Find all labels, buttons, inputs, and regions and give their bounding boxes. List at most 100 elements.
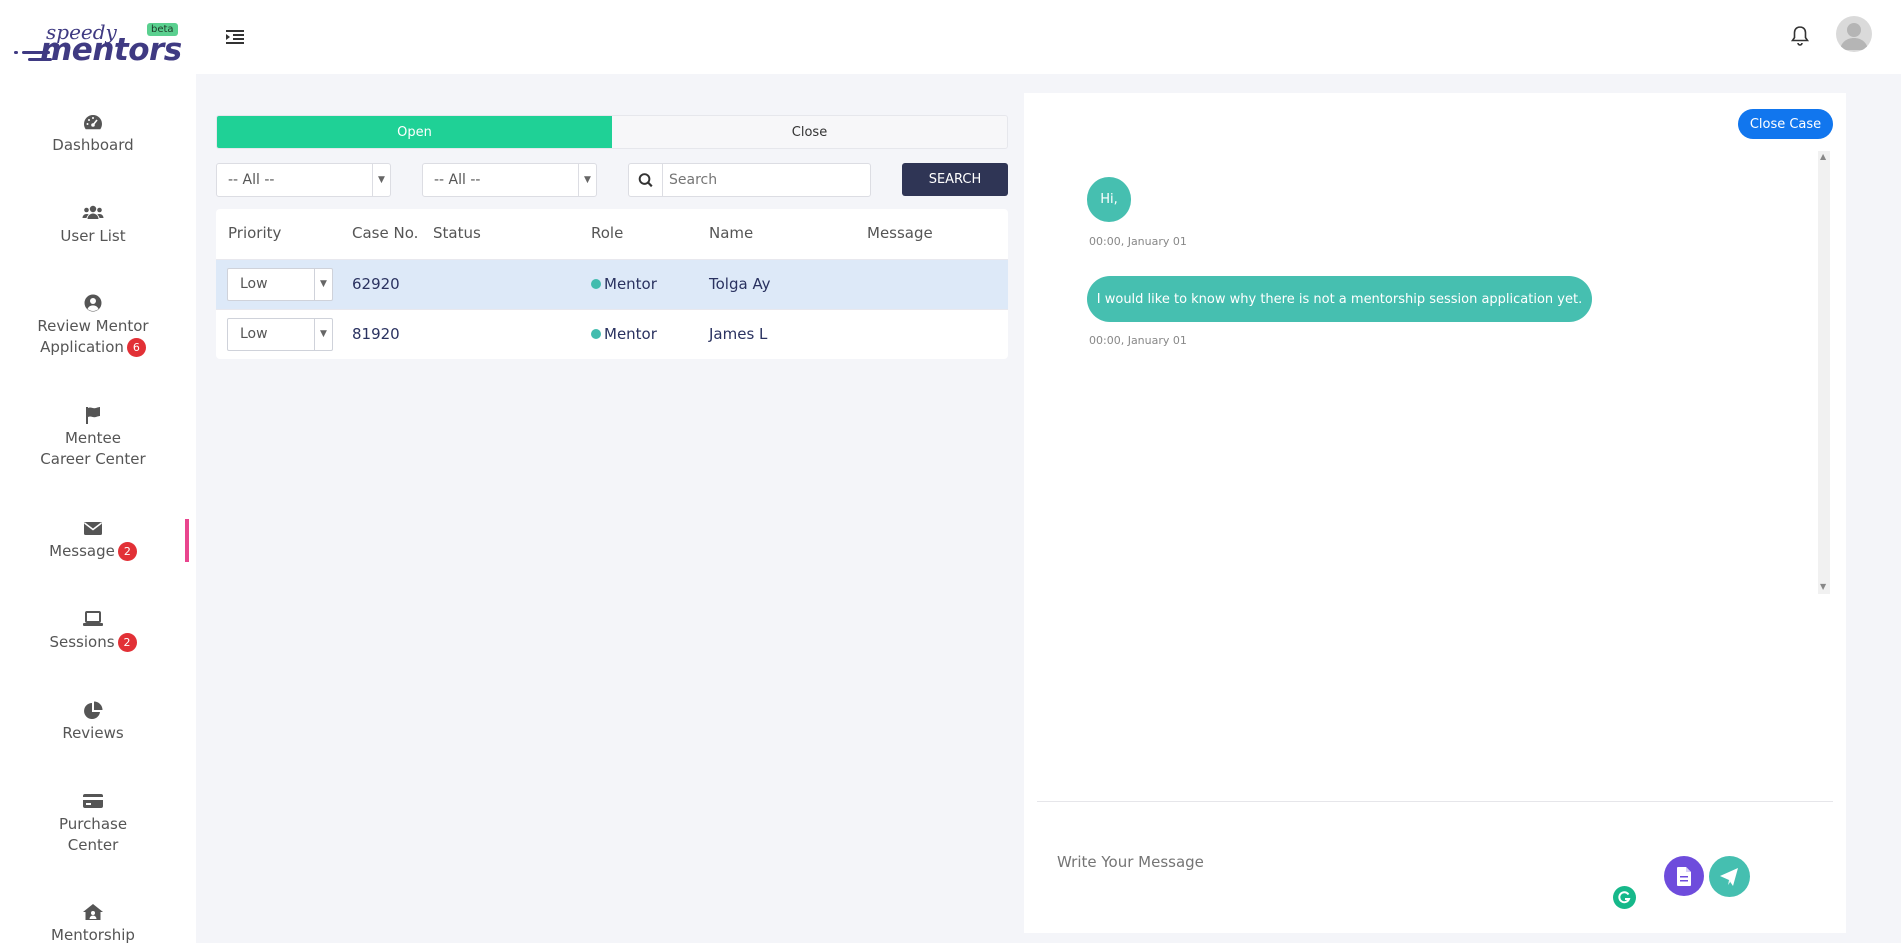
chevron-down-icon: ▼ [372, 164, 390, 196]
status-filter-select[interactable]: -- All -- ▼ [422, 163, 597, 197]
chevron-down-icon: ▼ [314, 269, 332, 300]
sidebar-item-label: Mentee [64, 429, 121, 447]
active-indicator [185, 519, 189, 562]
chevron-down-icon: ▼ [578, 164, 596, 196]
brand-line2: mentors [40, 32, 182, 68]
name-cell: James L [709, 325, 768, 343]
sessions-count-badge: 2 [117, 633, 137, 652]
sidebar-item-label: Dashboard [52, 136, 134, 154]
priority-filter-select[interactable]: -- All -- ▼ [216, 163, 391, 197]
sidebar-item-purchase-center[interactable]: Purchase Center [0, 792, 186, 856]
message-input[interactable] [1057, 850, 1597, 874]
close-case-button[interactable]: Close Case [1738, 109, 1833, 139]
search-icon [638, 164, 663, 196]
search-input[interactable] [669, 170, 864, 190]
paper-plane-icon [1720, 868, 1738, 886]
users-icon [82, 205, 104, 219]
envelope-icon [84, 522, 102, 535]
beta-badge: beta [147, 23, 178, 36]
role-label: Mentor [604, 325, 657, 343]
sidebar-item-mentorship[interactable]: Mentorship [0, 903, 186, 943]
user-avatar[interactable] [1836, 16, 1872, 52]
priority-select[interactable]: Low ▼ [227, 318, 333, 351]
sidebar-item-label: Career Center [40, 450, 146, 468]
column-header-name[interactable]: Name [709, 224, 753, 242]
role-status-dot [591, 279, 601, 289]
file-icon [1677, 867, 1691, 886]
send-message-button[interactable] [1709, 856, 1750, 897]
menu-toggle-icon[interactable] [226, 29, 244, 45]
sidebar-item-label: Application [40, 338, 124, 356]
sidebar-item-sessions[interactable]: Sessions 2 [0, 610, 186, 653]
column-header-case-no[interactable]: Case No. [352, 224, 418, 242]
review-count-badge: 6 [126, 338, 146, 357]
name-cell: Tolga Ay [709, 275, 771, 293]
message-timestamp: 00:00, January 01 [1089, 334, 1187, 347]
tab-close[interactable]: Close [612, 116, 1007, 148]
sidebar-item-label: Message [49, 542, 115, 560]
sidebar-item-reviews[interactable]: Reviews [0, 701, 186, 744]
chat-panel [1024, 93, 1846, 933]
scroll-up-arrow-icon[interactable]: ▲ [1820, 152, 1826, 161]
search-field [628, 163, 871, 197]
role-cell: Mentor [591, 275, 657, 293]
flag-icon [86, 407, 100, 424]
grammarly-icon[interactable] [1613, 886, 1636, 909]
role-label: Mentor [604, 275, 657, 293]
logo-dash [14, 51, 18, 54]
sidebar-item-dashboard[interactable]: Dashboard [0, 113, 186, 156]
role-status-dot [591, 329, 601, 339]
sidebar-item-label: Review Mentor [37, 317, 149, 335]
sidebar-item-mentee-career-center[interactable]: Mentee Career Center [0, 406, 186, 470]
user-silhouette-icon [1840, 23, 1868, 50]
sidebar-item-label: Purchase [58, 815, 128, 833]
laptop-icon [83, 611, 103, 626]
pie-chart-icon [84, 701, 103, 719]
message-count-badge: 2 [117, 542, 137, 561]
table-row[interactable]: Low ▼ 62920 Mentor Tolga Ay [216, 259, 1008, 309]
sidebar: speedy mentors beta Dashboard User List [0, 0, 196, 943]
sidebar-item-user-list[interactable]: User List [0, 204, 186, 247]
logo-dash [28, 58, 52, 61]
logo-dash [22, 51, 50, 54]
scroll-down-arrow-icon[interactable]: ▼ [1820, 582, 1826, 591]
priority-select[interactable]: Low ▼ [227, 268, 333, 301]
select-value: Low [240, 276, 268, 292]
attach-file-button[interactable] [1664, 856, 1704, 896]
column-header-message[interactable]: Message [867, 224, 933, 242]
column-header-priority[interactable]: Priority [228, 224, 281, 242]
credit-card-icon [83, 794, 103, 808]
chat-message-bubble: I would like to know why there is not a … [1087, 276, 1592, 322]
select-value: -- All -- [434, 172, 481, 188]
table-row[interactable]: Low ▼ 81920 Mentor James L [216, 309, 1008, 359]
chat-scrollbar[interactable] [1818, 151, 1830, 594]
chevron-down-icon: ▼ [314, 319, 332, 350]
sidebar-item-label: Sessions [49, 633, 115, 651]
composer-divider [1037, 801, 1833, 802]
select-value: Low [240, 326, 268, 342]
sidebar-item-label: Mentorship [51, 926, 135, 943]
notification-bell-icon[interactable] [1790, 25, 1810, 47]
grammarly-g-icon [1618, 891, 1631, 904]
case-number: 81920 [352, 325, 400, 343]
sidebar-item-label: User List [60, 227, 126, 245]
house-user-icon [83, 904, 103, 920]
column-header-role[interactable]: Role [591, 224, 623, 242]
role-cell: Mentor [591, 325, 657, 343]
sidebar-item-label: Center [67, 836, 119, 854]
column-header-status[interactable]: Status [433, 224, 481, 242]
brand-logo[interactable]: speedy mentors beta [12, 20, 182, 68]
sidebar-item-review-mentor-application[interactable]: Review Mentor Application 6 [0, 294, 186, 358]
top-header [196, 0, 1901, 74]
user-circle-icon [84, 294, 102, 312]
sidebar-item-message[interactable]: Message 2 [0, 519, 186, 562]
tab-open[interactable]: Open [217, 116, 612, 148]
sidebar-item-label: Reviews [62, 724, 124, 742]
chat-message-bubble: Hi, [1087, 177, 1131, 222]
cases-table: Priority Case No. Status Role Name Messa… [216, 209, 1008, 359]
dashboard-gauge-icon [84, 115, 102, 130]
case-status-tabs: Open Close [216, 115, 1008, 149]
case-number: 62920 [352, 275, 400, 293]
search-button[interactable]: SEARCH [902, 163, 1008, 196]
message-timestamp: 00:00, January 01 [1089, 235, 1187, 248]
